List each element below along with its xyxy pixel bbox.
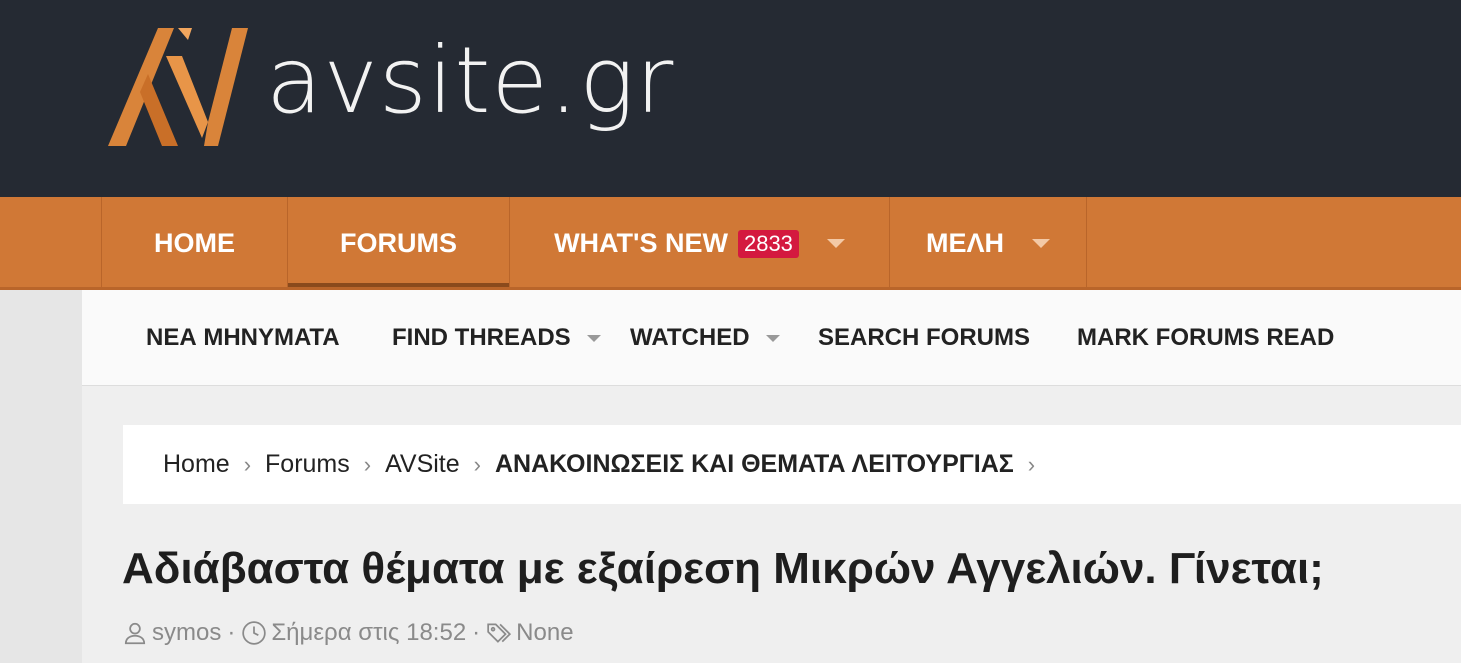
main-nav: HOME FORUMS WHAT'S NEW 2833 ΜΕΛΗ [0, 197, 1461, 290]
subnav-watched-label: WATCHED [630, 324, 750, 351]
subnav-search-forums-label: SEARCH FORUMS [818, 324, 1031, 351]
subnav-mark-forums-read[interactable]: MARK FORUMS READ [1077, 290, 1334, 386]
meta-separator: · [472, 619, 481, 646]
chevron-down-icon[interactable] [586, 334, 601, 342]
site-logo[interactable]: avsite.gr [108, 26, 674, 148]
breadcrumb-separator: › [243, 451, 252, 477]
breadcrumb-separator: › [363, 451, 372, 477]
thread-meta: symos · Σήμερα στις 18:52 · None [122, 619, 574, 647]
thread-title: Αδιάβαστα θέματα με εξαίρεση Μικρών Αγγε… [122, 544, 1324, 593]
thread-tags: None [516, 619, 574, 646]
tags-icon [487, 623, 512, 643]
breadcrumb-announcements[interactable]: ΑΝΑΚΟΙΝΩΣΕΙΣ ΚΑΙ ΘΕΜΑΤΑ ΛΕΙΤΟΥΡΓΙΑΣ [495, 450, 1014, 479]
nav-tab-members[interactable]: ΜΕΛΗ [889, 197, 1087, 290]
thread-author[interactable]: symos [152, 619, 221, 647]
breadcrumb-home[interactable]: Home [163, 450, 230, 479]
nav-tab-forums[interactable]: FORUMS [287, 197, 509, 290]
clock-icon [242, 621, 267, 645]
subnav-search-forums[interactable]: SEARCH FORUMS [818, 290, 1030, 386]
nav-tab-home-label: HOME [154, 228, 235, 258]
forums-subnav: ΝΕΑ ΜΗΝΥΜΑΤΑ FIND THREADS WATCHED SEARCH… [82, 290, 1461, 386]
whats-new-count-badge: 2833 [737, 229, 799, 258]
subnav-find-threads[interactable]: FIND THREADS [392, 290, 601, 386]
logo-mark-icon [108, 28, 248, 146]
breadcrumb-separator: › [1027, 451, 1036, 477]
breadcrumb-avsite[interactable]: AVSite [385, 450, 460, 479]
subnav-mark-forums-read-label: MARK FORUMS READ [1077, 324, 1335, 351]
breadcrumb-separator: › [473, 451, 481, 477]
meta-separator: · [227, 619, 236, 646]
nav-tab-whats-new-label: WHAT'S NEW [554, 228, 728, 258]
chevron-down-icon[interactable] [765, 334, 780, 342]
nav-tab-members-label: ΜΕΛΗ [925, 228, 1004, 258]
subnav-watched[interactable]: WATCHED [630, 290, 780, 386]
nav-tab-home[interactable]: HOME [101, 197, 287, 290]
subnav-new-posts[interactable]: ΝΕΑ ΜΗΝΥΜΑΤΑ [146, 290, 340, 386]
subnav-new-posts-label: ΝΕΑ ΜΗΝΥΜΑΤΑ [146, 324, 340, 351]
nav-tab-forums-label: FORUMS [340, 228, 457, 258]
user-icon [124, 622, 146, 645]
breadcrumb: Home › Forums › AVSite › ΑΝΑΚΟΙΝΩΣΕΙΣ ΚΑ… [123, 425, 1461, 504]
logo-text: avsite.gr [266, 27, 675, 134]
chevron-down-icon[interactable] [826, 239, 845, 248]
thread-date[interactable]: Σήμερα στις 18:52 [271, 619, 466, 647]
site-header: avsite.gr [0, 0, 1461, 197]
nav-tab-whats-new[interactable]: WHAT'S NEW 2833 [509, 197, 889, 290]
chevron-down-icon[interactable] [1032, 239, 1050, 248]
subnav-find-threads-label: FIND THREADS [392, 324, 571, 351]
breadcrumb-forums[interactable]: Forums [265, 450, 350, 479]
